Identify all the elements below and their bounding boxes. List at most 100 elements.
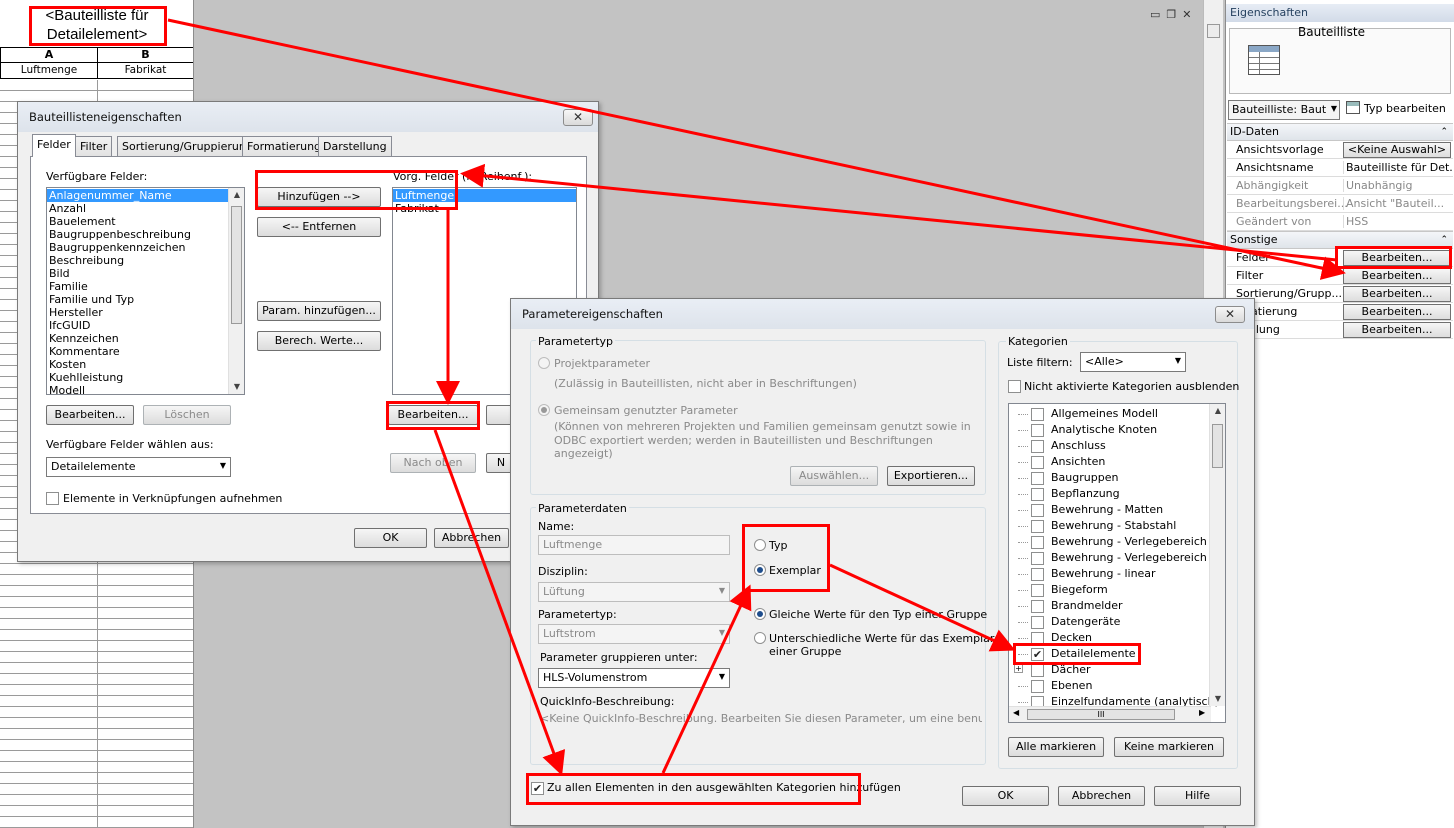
scroll-thumb[interactable] <box>1212 424 1223 468</box>
category-checkbox[interactable] <box>1031 424 1044 437</box>
expand-icon[interactable]: + <box>1014 664 1023 673</box>
close-icon[interactable]: ✕ <box>1215 306 1245 323</box>
selected-field-item[interactable]: Luftmenge <box>393 189 576 202</box>
scroll-down-icon[interactable]: ▼ <box>1210 692 1225 706</box>
edit-available-field-button[interactable]: Bearbeiten... <box>46 405 134 425</box>
category-checkbox[interactable] <box>1031 408 1044 421</box>
remove-field-button[interactable]: <-- Entfernen <box>257 217 381 237</box>
mark-all-button[interactable]: Alle markieren <box>1008 737 1104 757</box>
category-checkbox[interactable] <box>1031 616 1044 629</box>
available-field-item[interactable]: Kuehlleistung <box>47 371 244 384</box>
prop-value[interactable]: Bauteilliste für Det... <box>1343 161 1453 174</box>
cancel-button[interactable]: Abbrechen <box>434 528 509 548</box>
scroll-thumb[interactable] <box>231 206 242 324</box>
edit-type-button[interactable]: Typ bearbeiten <box>1346 100 1446 120</box>
restore-icon[interactable]: ❐ <box>1166 8 1176 22</box>
category-item[interactable]: Biegeform <box>1009 582 1209 598</box>
available-field-item[interactable]: Kosten <box>47 358 244 371</box>
category-item[interactable]: Datengeräte <box>1009 614 1209 630</box>
category-checkbox[interactable] <box>1031 536 1044 549</box>
tab-darstellung[interactable]: Darstellung <box>318 136 392 156</box>
tab-filter[interactable]: Filter <box>75 136 113 156</box>
scroll-up-icon[interactable]: ▲ <box>1210 404 1225 418</box>
category-item[interactable]: Bewehrung - linear <box>1009 566 1209 582</box>
available-field-item[interactable]: Anzahl <box>47 202 244 215</box>
scroll-down-icon[interactable]: ▼ <box>229 380 244 394</box>
available-field-item[interactable]: Kennzeichen <box>47 332 244 345</box>
schedule-title[interactable]: <Bauteilliste für Detailelement> <box>0 2 193 44</box>
available-field-item[interactable]: Anlagenummer_Name <box>47 189 244 202</box>
category-item[interactable]: Brandmelder <box>1009 598 1209 614</box>
category-checkbox[interactable] <box>1031 664 1044 677</box>
sorting-edit-button[interactable]: Bearbeiten... <box>1343 286 1451 302</box>
instance-radio[interactable] <box>754 564 766 576</box>
export-button[interactable]: Exportieren... <box>887 466 975 486</box>
filter-edit-button[interactable]: Bearbeiten... <box>1343 268 1451 284</box>
view-template-button[interactable]: <Keine Auswahl> <box>1343 142 1451 158</box>
category-checkbox[interactable] <box>1031 632 1044 645</box>
scroll-right-icon[interactable]: ▶ <box>1199 708 1205 717</box>
column-header-a[interactable]: A <box>0 47 98 63</box>
category-item[interactable]: ✔ Detailelemente <box>1009 646 1209 662</box>
category-item[interactable]: Bewehrung - Verlegebereich Flä... <box>1009 534 1225 550</box>
scroll-left-icon[interactable]: ◀ <box>1013 708 1019 717</box>
column-header-b[interactable]: B <box>98 47 193 63</box>
category-checkbox[interactable] <box>1031 472 1044 485</box>
edit-selected-field-button[interactable]: Bearbeiten... <box>388 405 478 425</box>
category-checkbox[interactable] <box>1031 600 1044 613</box>
available-field-item[interactable]: Familie <box>47 280 244 293</box>
category-checkbox[interactable] <box>1031 456 1044 469</box>
category-item[interactable]: Bewehrung - Verlegebereich Mat... <box>1009 550 1225 566</box>
category-item[interactable]: Bepflanzung <box>1009 486 1209 502</box>
tree-hscrollbar[interactable]: ◀ III ▶ <box>1009 706 1211 722</box>
mark-none-button[interactable]: Keine markieren <box>1114 737 1224 757</box>
category-checkbox[interactable] <box>1031 520 1044 533</box>
category-checkbox[interactable] <box>1031 504 1044 517</box>
category-checkbox[interactable]: ✔ <box>1031 648 1044 661</box>
available-field-item[interactable]: Modell <box>47 384 244 394</box>
appearance-edit-button[interactable]: Bearbeiten... <box>1343 322 1451 338</box>
available-field-item[interactable]: Bild <box>47 267 244 280</box>
cancel-button[interactable]: Abbrechen <box>1058 786 1145 806</box>
category-item[interactable]: Decken <box>1009 630 1209 646</box>
available-fields-list[interactable]: Anlagenummer_Name Anzahl Bauelement Baugrup… <box>46 187 245 395</box>
category-checkbox[interactable] <box>1031 584 1044 597</box>
selected-field-item[interactable]: Fabrikat <box>393 202 576 215</box>
same-values-radio[interactable] <box>754 608 766 620</box>
fields-edit-button[interactable]: Bearbeiten... <box>1343 250 1451 266</box>
category-item[interactable]: Baugruppen <box>1009 470 1209 486</box>
tree-scrollbar[interactable]: ▲ ▼ <box>1209 404 1225 706</box>
scroll-up-icon[interactable]: ▲ <box>229 188 244 202</box>
category-item[interactable]: Ansichten <box>1009 454 1209 470</box>
categories-tree[interactable]: Allgemeines Modell Analytische Knoten Ansc… <box>1008 403 1226 723</box>
category-item[interactable]: Ebenen <box>1009 678 1209 694</box>
category-checkbox[interactable] <box>1031 552 1044 565</box>
available-field-item[interactable]: Bauelement <box>47 215 244 228</box>
available-field-item[interactable]: Kommentare <box>47 345 244 358</box>
filter-list-dropdown[interactable]: <Alle> ▼ <box>1080 352 1186 372</box>
add-all-elements-checkbox[interactable]: ✔ <box>531 782 544 795</box>
add-parameter-button[interactable]: Param. hinzufügen... <box>257 301 381 321</box>
different-values-radio[interactable] <box>754 632 766 644</box>
available-field-item[interactable]: Baugruppenbeschreibung <box>47 228 244 241</box>
section-id-data[interactable]: ID-Daten ⌃ <box>1227 123 1453 141</box>
minimize-icon[interactable]: ▭ <box>1150 8 1160 22</box>
category-item[interactable]: Anschluss <box>1009 438 1209 454</box>
tab-formatierung[interactable]: Formatierung <box>242 136 327 156</box>
instance-filter-dropdown[interactable]: Bauteilliste: Baut ▼ <box>1228 100 1340 120</box>
category-checkbox[interactable] <box>1031 440 1044 453</box>
cell-luftmenge[interactable]: Luftmenge <box>0 63 98 79</box>
hide-unchecked-checkbox[interactable] <box>1008 380 1021 393</box>
category-item[interactable]: Analytische Knoten <box>1009 422 1209 438</box>
category-checkbox[interactable] <box>1031 680 1044 693</box>
available-field-item[interactable]: Baugruppenkennzeichen <box>47 241 244 254</box>
close-icon[interactable]: ✕ <box>1182 8 1191 22</box>
tab-felder[interactable]: Felder <box>32 134 76 157</box>
category-item[interactable]: Bewehrung - Stabstahl <box>1009 518 1209 534</box>
group-under-dropdown[interactable]: HLS-Volumenstrom ▼ <box>538 668 730 688</box>
choose-from-dropdown[interactable]: Detailelemente ▼ <box>46 457 231 477</box>
help-button[interactable]: Hilfe <box>1154 786 1241 806</box>
tab-sortierung[interactable]: Sortierung/Gruppierung <box>117 136 258 156</box>
available-field-item[interactable]: Hersteller <box>47 306 244 319</box>
add-field-button[interactable]: Hinzufügen --> <box>257 187 381 207</box>
